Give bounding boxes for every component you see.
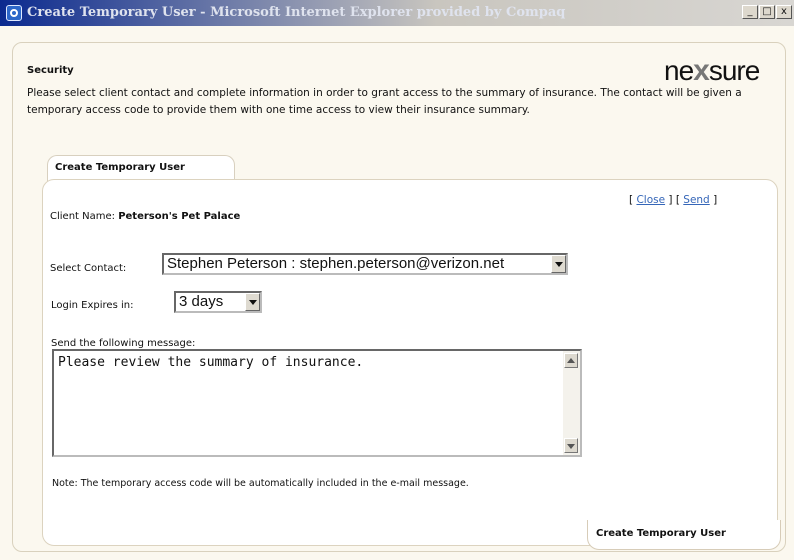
close-window-button[interactable]: x xyxy=(776,5,792,19)
message-scrollbar[interactable] xyxy=(563,351,580,455)
create-temporary-user-button[interactable]: Create Temporary User xyxy=(587,520,781,550)
close-link[interactable]: Close xyxy=(636,194,665,206)
scroll-down-icon[interactable] xyxy=(564,438,578,453)
title-bar[interactable]: Create Temporary User - Microsoft Intern… xyxy=(0,0,794,26)
create-temporary-user-label: Create Temporary User xyxy=(596,528,726,539)
contact-select-value: Stephen Peterson : stephen.peterson@veri… xyxy=(167,255,505,272)
section-title: Security xyxy=(27,65,74,76)
message-text: Please review the summary of insurance. xyxy=(58,355,364,370)
send-link[interactable]: Send xyxy=(683,194,709,206)
tab-label: Create Temporary User xyxy=(55,162,185,173)
access-code-note: Note: The temporary access code will be … xyxy=(52,478,469,489)
panel-actions: [ Close ] [ Send ] xyxy=(629,194,718,206)
browser-window: Create Temporary User - Microsoft Intern… xyxy=(0,0,794,560)
message-label: Send the following message: xyxy=(51,338,196,349)
window-title: Create Temporary User - Microsoft Intern… xyxy=(27,5,566,20)
message-textarea[interactable]: Please review the summary of insurance. xyxy=(52,349,582,457)
login-expires-value: 3 days xyxy=(179,293,224,310)
scroll-up-icon[interactable] xyxy=(564,353,578,368)
chevron-down-icon[interactable] xyxy=(245,293,260,311)
tab-create-temporary-user[interactable]: Create Temporary User xyxy=(47,155,235,182)
maximize-button[interactable]: □ xyxy=(759,5,775,19)
nexsure-logo: nexsure xyxy=(664,54,760,87)
client-name: Client Name: Peterson's Pet Palace xyxy=(50,211,240,222)
client-name-value: Peterson's Pet Palace xyxy=(118,211,241,222)
chevron-down-icon[interactable] xyxy=(551,255,566,273)
select-contact-label: Select Contact: xyxy=(50,263,127,274)
intro-text: Please select client contact and complet… xyxy=(27,87,742,116)
contact-select[interactable]: Stephen Peterson : stephen.peterson@veri… xyxy=(162,253,568,275)
login-expires-label: Login Expires in: xyxy=(51,300,134,311)
internet-explorer-icon xyxy=(6,5,22,21)
minimize-button[interactable]: _ xyxy=(742,5,758,19)
client-name-label: Client Name: xyxy=(50,211,115,222)
login-expires-select[interactable]: 3 days xyxy=(174,291,262,313)
